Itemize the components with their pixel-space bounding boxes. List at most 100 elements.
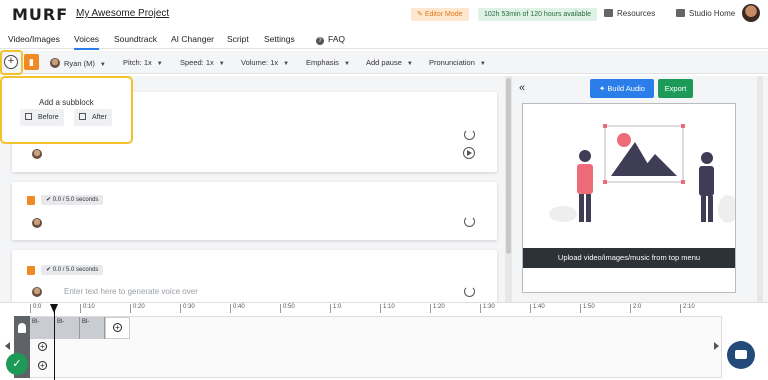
playhead[interactable] bbox=[54, 304, 55, 380]
hours-available-badge: 102h 53min of 120 hours available bbox=[478, 8, 598, 21]
question-icon: ? bbox=[316, 37, 324, 45]
project-title[interactable]: My Awesome Project bbox=[76, 8, 169, 19]
illustration-sun bbox=[617, 133, 631, 147]
chevron-down-icon: ▼ bbox=[218, 61, 225, 67]
scroll-left-icon[interactable] bbox=[5, 342, 10, 350]
illustration-person-leg bbox=[586, 194, 591, 222]
playhead-handle[interactable] bbox=[50, 304, 58, 313]
tab-video-images[interactable]: Video/Images bbox=[8, 34, 60, 44]
timeline-ruler[interactable]: 0:0 0:10 0:20 0:30 0:40 0:50 1:0 1:10 1:… bbox=[30, 304, 715, 316]
ruler-tick: 0:10 bbox=[80, 304, 95, 313]
duration-label: 0.0 / 5.0 seconds bbox=[52, 267, 99, 273]
speed-dropdown[interactable]: Speed: 1x ▼ bbox=[180, 58, 225, 67]
pronunciation-dropdown[interactable]: Pronunciation ▼ bbox=[429, 58, 486, 67]
illustration-person-leg bbox=[708, 196, 713, 222]
timeline-clip[interactable]: Bl- bbox=[55, 317, 80, 339]
play-icon[interactable] bbox=[463, 147, 475, 159]
user-avatar[interactable] bbox=[742, 4, 760, 22]
after-label: After bbox=[92, 114, 107, 121]
speed-label: Speed: 1x bbox=[180, 58, 214, 67]
voice-block[interactable]: ✔ 0.0 / 5.0 seconds bbox=[12, 182, 497, 240]
collapse-panel-icon[interactable]: « bbox=[519, 82, 525, 94]
timeline-clip[interactable]: Bl- bbox=[80, 317, 105, 339]
ruler-tick: 2:10 bbox=[680, 304, 695, 313]
studio-home-icon bbox=[676, 9, 685, 17]
frame-handle bbox=[681, 124, 685, 128]
tab-settings[interactable]: Settings bbox=[264, 34, 295, 44]
delete-icon[interactable] bbox=[27, 266, 35, 275]
add-pause-dropdown[interactable]: Add pause ▼ bbox=[366, 58, 413, 67]
plus-circle-icon[interactable]: + bbox=[38, 342, 47, 351]
chevron-down-icon: ▼ bbox=[99, 62, 106, 68]
add-subblock-popover: Add a subblock Before After bbox=[0, 76, 133, 144]
chat-icon[interactable] bbox=[727, 341, 755, 369]
popover-title: Add a subblock bbox=[39, 98, 94, 107]
studio-home-link[interactable]: Studio Home bbox=[676, 9, 735, 18]
refresh-icon[interactable] bbox=[464, 286, 475, 297]
editor-scrollbar[interactable] bbox=[505, 76, 512, 302]
ruler-tick: 1:10 bbox=[380, 304, 395, 313]
voice-avatar bbox=[32, 149, 42, 159]
tab-faq[interactable]: ? FAQ bbox=[316, 34, 345, 45]
voice-avatar bbox=[50, 58, 60, 68]
chevron-down-icon: ▼ bbox=[406, 61, 413, 67]
duration-badge: ✔ 0.0 / 5.0 seconds bbox=[41, 195, 104, 205]
editor-mode-badge[interactable]: ✎ Editor Mode bbox=[411, 8, 469, 21]
frame-handle bbox=[603, 124, 607, 128]
resources-icon bbox=[604, 9, 613, 17]
ruler-tick: 0:20 bbox=[130, 304, 145, 313]
voice-avatar bbox=[32, 218, 42, 228]
tab-voices[interactable]: Voices bbox=[74, 34, 100, 50]
illustration-person-leg bbox=[701, 196, 706, 222]
voice-selector[interactable]: Ryan (M) ▼ bbox=[50, 58, 106, 68]
emphasis-dropdown[interactable]: Emphasis ▼ bbox=[306, 58, 350, 67]
voice-name: Ryan (M) bbox=[64, 59, 95, 68]
block-text-input[interactable]: Enter text here to generate voice over bbox=[64, 287, 198, 296]
illustration-bush bbox=[549, 206, 577, 222]
chevron-down-icon: ▼ bbox=[479, 61, 486, 67]
ruler-tick: 1:50 bbox=[580, 304, 595, 313]
voice-avatar bbox=[32, 287, 42, 297]
ruler-tick: 1:40 bbox=[530, 304, 545, 313]
murf-logo[interactable]: MURF bbox=[12, 5, 68, 24]
refresh-icon[interactable] bbox=[464, 129, 475, 140]
add-pause-label: Add pause bbox=[366, 58, 402, 67]
right-scrollbar[interactable] bbox=[757, 76, 763, 302]
scroll-right-icon[interactable] bbox=[714, 342, 719, 350]
plus-circle-icon[interactable]: + bbox=[38, 361, 47, 370]
emphasis-label: Emphasis bbox=[306, 58, 339, 67]
tab-soundtrack[interactable]: Soundtrack bbox=[114, 34, 157, 44]
ruler-tick: 0:50 bbox=[280, 304, 295, 313]
volume-label: Volume: 1x bbox=[241, 58, 279, 67]
delete-block-button[interactable]: ▮ bbox=[24, 54, 39, 70]
volume-dropdown[interactable]: Volume: 1x ▼ bbox=[241, 58, 289, 67]
pronunciation-label: Pronunciation bbox=[429, 58, 475, 67]
illustration-person-head bbox=[579, 150, 591, 162]
illustration-person-leg bbox=[579, 194, 584, 222]
add-before-button[interactable]: Before bbox=[20, 109, 64, 126]
main-tabs: Video/Images Voices Soundtrack AI Change… bbox=[0, 29, 768, 50]
voice-toolbar: + ▮ Ryan (M) ▼ Pitch: 1x ▼ Speed: 1x ▼ Volu… bbox=[0, 51, 768, 74]
ruler-tick: 1:0 bbox=[330, 304, 341, 313]
ruler-tick: 2:0 bbox=[630, 304, 641, 313]
tab-script[interactable]: Script bbox=[227, 34, 249, 44]
refresh-icon[interactable] bbox=[464, 216, 475, 227]
add-after-button[interactable]: After bbox=[74, 109, 112, 126]
plus-circle-icon[interactable]: + bbox=[113, 323, 122, 332]
voice-block[interactable]: ✔ 0.0 / 5.0 seconds Enter text here to g… bbox=[12, 250, 497, 310]
scrollbar-thumb[interactable] bbox=[506, 78, 511, 254]
timeline-clip[interactable]: Bl- bbox=[30, 317, 55, 339]
illustration-bush bbox=[718, 195, 738, 223]
pitch-dropdown[interactable]: Pitch: 1x ▼ bbox=[123, 58, 163, 67]
resources-link[interactable]: Resources bbox=[604, 9, 655, 18]
illustration-person-head bbox=[701, 152, 713, 164]
export-button[interactable]: Export bbox=[658, 79, 693, 98]
check-icon[interactable]: ✓ bbox=[6, 353, 28, 375]
ruler-tick: 1:20 bbox=[430, 304, 445, 313]
frame-handle bbox=[681, 180, 685, 184]
delete-icon[interactable] bbox=[27, 196, 35, 205]
ruler-tick: 0:0 bbox=[30, 304, 41, 313]
tab-ai-changer[interactable]: AI Changer bbox=[171, 34, 214, 44]
frame-handle bbox=[603, 180, 607, 184]
build-audio-button[interactable]: ✦ Build Audio bbox=[590, 79, 654, 98]
